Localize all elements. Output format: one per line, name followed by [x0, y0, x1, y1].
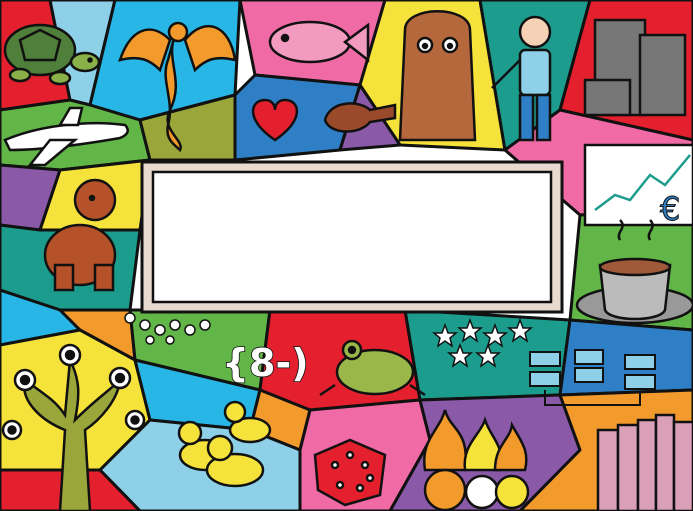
books-icon [596, 413, 693, 511]
emoticon-text: {8-) [222, 341, 309, 385]
dice-icon [313, 438, 387, 507]
svg-text:€: € [660, 190, 680, 228]
buildings-icon [583, 18, 687, 117]
illustrated-collage: € {8-) [0, 0, 693, 511]
center-card [140, 160, 564, 314]
chart-icon: € [583, 143, 693, 229]
